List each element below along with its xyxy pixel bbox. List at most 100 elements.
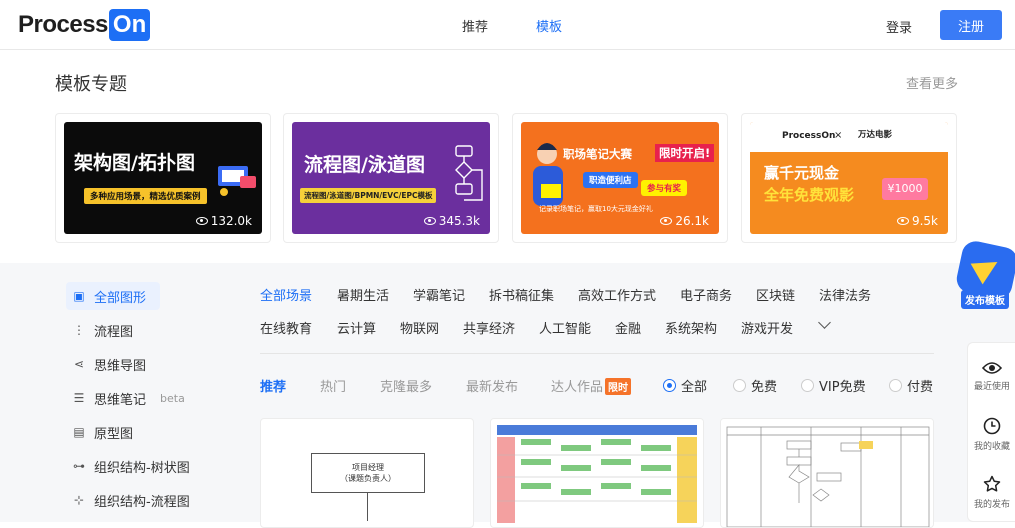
topic-banner: ProcessOn × 万达电影 赢千元现金 全年免费观影 ¥1000 9.5k	[750, 122, 948, 234]
eye-icon	[423, 217, 436, 225]
banner-headline: 赢千元现金	[764, 164, 840, 182]
banner-headline: 职场笔记大赛	[563, 147, 632, 161]
brand-bar: ProcessOn × 万达电影	[750, 122, 948, 152]
sidebar-item-flowchart[interactable]: ⋮ 流程图	[66, 316, 160, 344]
view-count: 26.1k	[660, 214, 709, 228]
banner-headline: 全年免费观影	[764, 186, 855, 204]
template-tile[interactable]	[720, 418, 934, 528]
template-tile[interactable]: 项目经理 （课题负责人）	[260, 418, 474, 528]
sidebar-item-org-tree[interactable]: ⊶ 组织结构-树状图	[66, 452, 226, 480]
filter-vip-free[interactable]: VIP免费	[801, 376, 866, 395]
scene-tag[interactable]: 金融	[615, 318, 641, 337]
processon-logo[interactable]: Process On	[18, 9, 151, 41]
filter-all[interactable]: 全部	[663, 376, 707, 395]
scene-tag[interactable]: 全部场景	[260, 285, 312, 304]
scene-tag[interactable]: 游戏开发	[741, 318, 793, 337]
shapes-icon: ▣	[73, 289, 85, 303]
scene-tag[interactable]: 在线教育	[260, 318, 312, 337]
topic-banner: 架构图/拓扑图 多种应用场景，精选优质案例 132.0k	[64, 122, 262, 234]
star-icon	[983, 475, 1001, 492]
publish-label: 发布模板	[961, 290, 1009, 309]
eye-icon	[982, 362, 1002, 374]
scene-tag[interactable]: 拆书稿征集	[489, 285, 554, 304]
topic-banner: 流程图/泳道图 流程图/泳道图/BPMN/EVC/EPC模板 345.3k	[292, 122, 490, 234]
banner-headline: 流程图/泳道图	[304, 154, 425, 176]
sort-tab-recommend[interactable]: 推荐	[260, 376, 286, 395]
quick-favorites[interactable]: 我的收藏	[968, 417, 1015, 452]
banner-subline: 流程图/泳道图/BPMN/EVC/EPC模板	[300, 188, 437, 203]
sidebar-item-prototype[interactable]: ▤ 原型图	[66, 418, 160, 446]
prototype-icon: ▤	[73, 425, 85, 439]
filter-free[interactable]: 免费	[733, 376, 777, 395]
divider	[260, 353, 934, 354]
eye-icon	[896, 217, 909, 225]
register-button[interactable]: 注册	[940, 10, 1002, 40]
radio-icon	[801, 379, 814, 392]
view-count: 9.5k	[896, 214, 938, 228]
login-link[interactable]: 登录	[886, 17, 912, 36]
sort-tab-expert[interactable]: 达人作品 限时	[551, 376, 632, 395]
logo-text: Process	[18, 11, 108, 38]
filter-paid[interactable]: 付费	[889, 376, 933, 395]
section-title: 模板专题	[55, 74, 127, 95]
banner-desc: 记录职场笔记，赢取10大元现金好礼	[539, 205, 653, 213]
publish-template-button[interactable]: 发布模板	[954, 238, 1015, 310]
beta-tag: beta	[160, 391, 185, 405]
swimlane-preview	[491, 419, 703, 527]
flowchart-icon: ⋮	[73, 323, 85, 337]
sort-tab-hot[interactable]: 热门	[320, 376, 346, 395]
eye-icon	[195, 217, 208, 225]
nav-recommend[interactable]: 推荐	[462, 16, 488, 35]
radio-checked-icon	[663, 379, 676, 392]
brand-x: ×	[834, 130, 843, 141]
scene-tag[interactable]: 高效工作方式	[578, 285, 656, 304]
topic-card-wanda[interactable]: ProcessOn × 万达电影 赢千元现金 全年免费观影 ¥1000 9.5k	[741, 113, 957, 243]
sidebar-item-mind-notes[interactable]: ☰ 思维笔记 beta	[66, 384, 206, 412]
scene-tag[interactable]: 人工智能	[539, 318, 591, 337]
ticket-badge: ¥1000	[882, 178, 928, 200]
banner-badge: 限时开启!	[655, 144, 715, 162]
scene-tag[interactable]: 暑期生活	[337, 285, 389, 304]
template-tile[interactable]	[490, 418, 704, 528]
scene-tag[interactable]: 共享经济	[463, 318, 515, 337]
scene-tag[interactable]: 系统架构	[665, 318, 717, 337]
quick-access-bar: 最近使用 我的收藏 我的发布	[967, 342, 1015, 522]
top-header: Process On 推荐 模板 登录 注册	[0, 0, 1015, 50]
quick-recent[interactable]: 最近使用	[968, 361, 1015, 392]
scene-tag[interactable]: 物联网	[400, 318, 439, 337]
architecture-illustration	[218, 166, 256, 196]
banner-chip: 职造便利店	[583, 172, 638, 188]
radio-icon	[733, 379, 746, 392]
nav-template[interactable]: 模板	[536, 16, 562, 35]
view-count: 132.0k	[195, 214, 252, 228]
scene-tag[interactable]: 法律法务	[819, 285, 871, 304]
scene-tag[interactable]: 学霸笔记	[413, 285, 465, 304]
topic-card-architecture[interactable]: 架构图/拓扑图 多种应用场景，精选优质案例 132.0k	[55, 113, 271, 243]
mindmap-icon: ⋖	[73, 357, 85, 371]
topic-card-notes-contest[interactable]: 职场笔记大赛 限时开启! 职造便利店 参与有奖 记录职场笔记，赢取10大元现金好…	[512, 113, 728, 243]
limited-badge: 限时	[605, 378, 632, 395]
scene-tag[interactable]: 电子商务	[680, 285, 732, 304]
brand-processon: ProcessOn	[782, 131, 836, 141]
list-icon: ☰	[73, 391, 85, 405]
quick-my-published[interactable]: 我的发布	[968, 475, 1015, 510]
view-count: 345.3k	[423, 214, 480, 228]
org-tree-icon: ⊶	[73, 459, 85, 473]
flowchart-illustration	[455, 145, 483, 201]
scene-tag[interactable]: 云计算	[337, 318, 376, 337]
sidebar-item-all-shapes[interactable]: ▣ 全部图形	[66, 282, 160, 310]
banner-headline: 架构图/拓扑图	[74, 152, 195, 174]
org-flow-icon: ⊹	[73, 493, 85, 507]
sidebar-item-org-flow[interactable]: ⊹ 组织结构-流程图	[66, 486, 226, 514]
scene-tag[interactable]: 区块链	[756, 285, 795, 304]
sort-tab-latest[interactable]: 最新发布	[466, 376, 518, 395]
see-more-link[interactable]: 查看更多	[906, 73, 958, 92]
org-box: 项目经理 （课题负责人）	[311, 453, 425, 493]
sidebar-item-mindmap[interactable]: ⋖ 思维导图	[66, 350, 160, 378]
logo-badge: On	[108, 9, 151, 41]
topic-banner: 职场笔记大赛 限时开启! 职造便利店 参与有奖 记录职场笔记，赢取10大元现金好…	[521, 122, 719, 234]
sort-tab-most-cloned[interactable]: 克隆最多	[380, 376, 432, 395]
clock-icon	[983, 417, 1001, 435]
connector-line	[367, 493, 368, 521]
topic-card-flowchart[interactable]: 流程图/泳道图 流程图/泳道图/BPMN/EVC/EPC模板 345.3k	[283, 113, 499, 243]
